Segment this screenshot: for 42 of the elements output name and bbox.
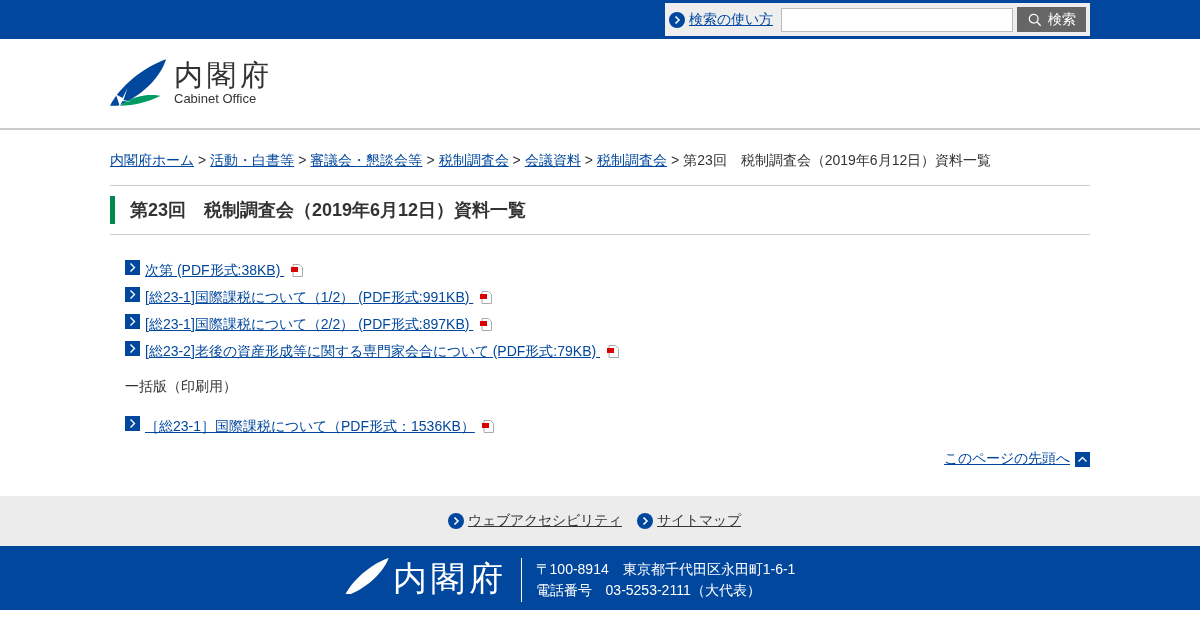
breadcrumb-separator: > — [670, 152, 680, 168]
document-link[interactable]: [総23-1]国際課税について（2/2） (PDF形式:897KB) — [145, 315, 474, 334]
breadcrumb-separator: > — [298, 152, 307, 168]
breadcrumb-separator: > — [426, 152, 435, 168]
breadcrumb-link[interactable]: 税制調査会 — [438, 152, 509, 168]
breadcrumb-separator: > — [512, 152, 521, 168]
breadcrumb-separator: > — [198, 152, 207, 168]
search-field[interactable] — [781, 7, 1013, 32]
search-help-link[interactable]: 検索の使い方 — [689, 10, 773, 29]
search-icon — [1027, 12, 1042, 27]
arrow-circle-icon — [637, 513, 653, 529]
breadcrumb-link[interactable]: 活動・白書等 — [210, 152, 295, 168]
pdf-file-icon — [481, 420, 494, 433]
logo-subtitle: Cabinet Office — [174, 91, 258, 107]
phone-text: 電話番号 03-5253-2111（大代表） — [535, 581, 762, 600]
document-link[interactable]: [総23-1]国際課税について（1/2） (PDF形式:991KB) — [145, 288, 474, 307]
pdf-file-icon — [607, 345, 620, 358]
arrow-circle-icon — [448, 513, 464, 529]
logo-emblem-icon — [344, 558, 391, 594]
search-button[interactable]: 検索 — [1017, 7, 1086, 32]
pdf-file-icon — [480, 318, 493, 331]
document-link[interactable]: 次第 (PDF形式:38KB) — [145, 261, 285, 280]
page-top-link[interactable]: このページの先頭へ — [944, 450, 1070, 468]
logo-title: 内閣府 — [174, 59, 273, 91]
section-label: 一括版（印刷用） — [125, 378, 238, 396]
breadcrumb-link[interactable]: 審議会・懇談会等 — [310, 152, 423, 168]
document-link[interactable]: ［総23-1］国際課税について（PDF形式：1536KB） — [145, 417, 475, 436]
footer-link[interactable]: サイトマップ — [657, 512, 741, 530]
arrow-circle-icon — [669, 11, 685, 28]
breadcrumb-current: 第23回 税制調査会（2019年6月12日）資料一覧 — [683, 152, 992, 168]
footer-link[interactable]: ウェブアクセシビリティ — [468, 512, 622, 530]
page-title: 第23回 税制調査会（2019年6月12日）資料一覧 — [110, 196, 1090, 224]
logo-emblem-icon — [110, 59, 168, 108]
breadcrumb-separator: > — [584, 152, 593, 168]
address-text: 〒100-8914 東京都千代田区永田町1-6-1 — [535, 560, 796, 579]
breadcrumb-link[interactable]: 会議資料 — [524, 152, 581, 168]
logo-title: 内閣府 — [392, 558, 507, 598]
document-link[interactable]: [総23-2]老後の資産形成等に関する専門家会合について (PDF形式:79KB) — [145, 342, 601, 361]
pdf-file-icon — [291, 264, 304, 277]
pdf-file-icon — [480, 291, 493, 304]
breadcrumb-link[interactable]: 税制調査会 — [596, 152, 667, 168]
breadcrumb-link[interactable]: 内閣府ホーム — [110, 152, 194, 168]
